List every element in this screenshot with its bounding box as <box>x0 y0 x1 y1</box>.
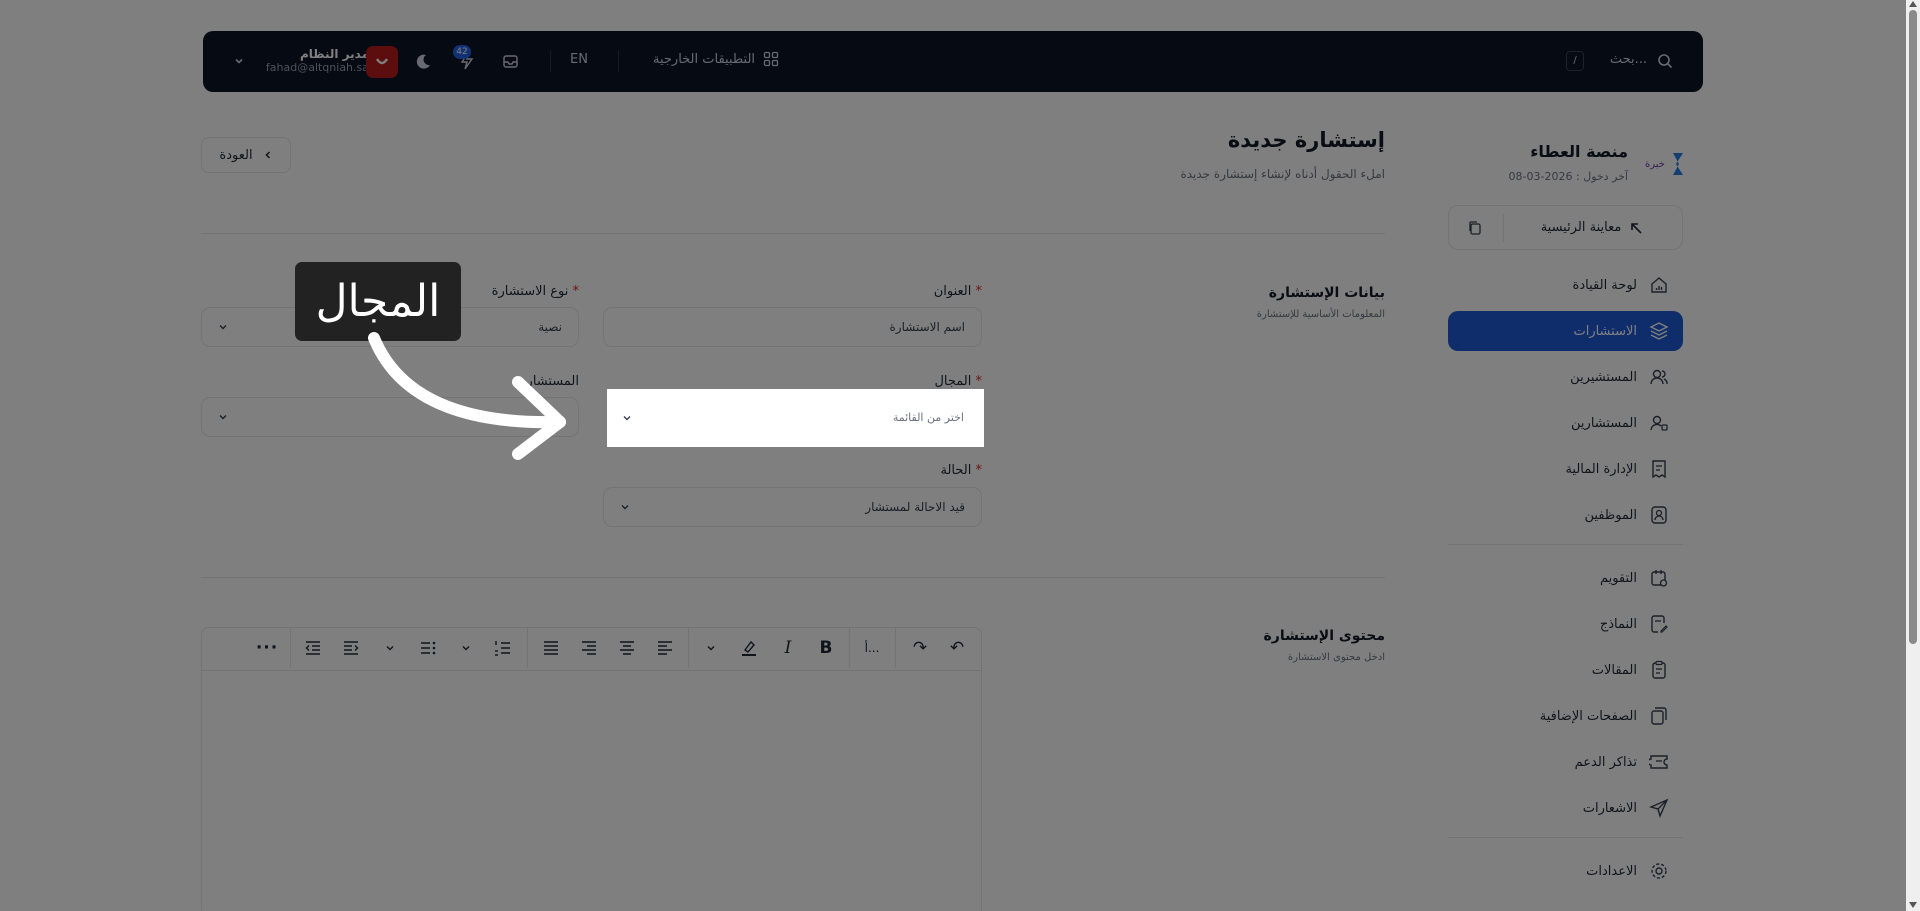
domain-select[interactable]: اختر من القائمة <box>607 389 984 447</box>
callout-arrow-icon <box>360 320 570 460</box>
focus-overlay <box>0 0 1920 911</box>
domain-select-placeholder: اختر من القائمة <box>892 411 964 424</box>
scrollbar-thumb[interactable] <box>1909 10 1917 644</box>
scroll-up-icon[interactable] <box>1909 1 1917 7</box>
chevron-down-icon <box>622 413 632 423</box>
scrollbar[interactable] <box>1906 0 1920 911</box>
scroll-down-icon[interactable] <box>1909 902 1917 908</box>
